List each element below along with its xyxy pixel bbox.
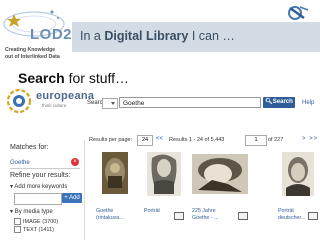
results-per-page-label: Results per page:: [89, 137, 133, 143]
result-item[interactable]: Porträt deutscher...: [278, 150, 318, 240]
search-icon: 🔍︎: [265, 99, 273, 105]
matches-heading: Matches for:: [10, 144, 49, 151]
search-button[interactable]: 🔍︎Search: [263, 97, 295, 108]
europeana-screenshot: europeana think culture Search Goethe 🔍︎…: [6, 86, 320, 240]
result-item[interactable]: Goethe (rintakuva...: [96, 150, 136, 240]
next-page-link[interactable]: > >>: [302, 136, 318, 142]
first-page-link[interactable]: <<: [156, 136, 163, 142]
logo-tagline: out of Interlinked Data: [5, 54, 60, 60]
media-option[interactable]: IMAGE (3700): [14, 218, 58, 225]
slide: LOD2 Creating Knowledge out of Interlink…: [0, 0, 320, 240]
add-keywords-toggle[interactable]: ▾ Add more keywords: [10, 183, 67, 190]
search-scope-select[interactable]: [102, 98, 118, 109]
media-type-toggle[interactable]: ▾ By media type: [10, 208, 53, 215]
page-number-input[interactable]: 1: [245, 135, 267, 146]
europeana-subtitle: think culture: [42, 103, 67, 108]
result-thumbnail[interactable]: [144, 150, 184, 200]
result-item[interactable]: 225 Jahre Goethe - ...: [192, 150, 248, 240]
add-keyword-button[interactable]: + Add: [62, 193, 82, 203]
result-title[interactable]: 225 Jahre Goethe - ...: [192, 208, 232, 222]
fp7-logo: [282, 4, 312, 22]
results-count: Results 1 - 24 of 5,443: [169, 137, 225, 143]
section-heading: Search for stuff…: [18, 70, 130, 86]
refine-sidebar: Matches for: Goethe × Refine your result…: [8, 140, 85, 240]
result-thumbnail[interactable]: [96, 150, 136, 200]
europeana-name: europeana: [36, 90, 95, 102]
slide-title: In a Digital Library I can …: [80, 29, 235, 43]
match-term: Goethe: [10, 158, 80, 169]
europeana-logo: europeana think culture: [6, 86, 95, 118]
refine-heading: Refine your results:: [10, 172, 71, 179]
checkbox-icon: [14, 218, 21, 225]
europeana-e-icon: [6, 88, 32, 114]
remove-filter-icon[interactable]: ×: [71, 158, 79, 166]
help-link[interactable]: Help: [302, 100, 314, 106]
lod2-logo: LOD2 Creating Knowledge out of Interlink…: [2, 4, 73, 60]
result-thumbnail[interactable]: [192, 150, 248, 200]
logo-tagline: Creating Knowledge: [5, 47, 56, 53]
media-option[interactable]: TEXT (1411): [14, 226, 54, 233]
checkbox-icon: [14, 226, 21, 233]
image-type-icon: [238, 212, 248, 220]
keyword-input[interactable]: [14, 193, 62, 205]
results-per-page-select[interactable]: 24: [137, 135, 153, 146]
result-thumbnail[interactable]: [278, 150, 318, 200]
image-type-icon: [174, 212, 184, 220]
logo-text: LOD2: [30, 26, 73, 43]
result-item[interactable]: Porträt: [144, 150, 184, 240]
result-title[interactable]: Goethe (rintakuva...: [96, 208, 136, 222]
page-total: of 227: [268, 137, 284, 143]
search-input[interactable]: Goethe: [119, 97, 261, 108]
image-type-icon: [308, 212, 318, 220]
